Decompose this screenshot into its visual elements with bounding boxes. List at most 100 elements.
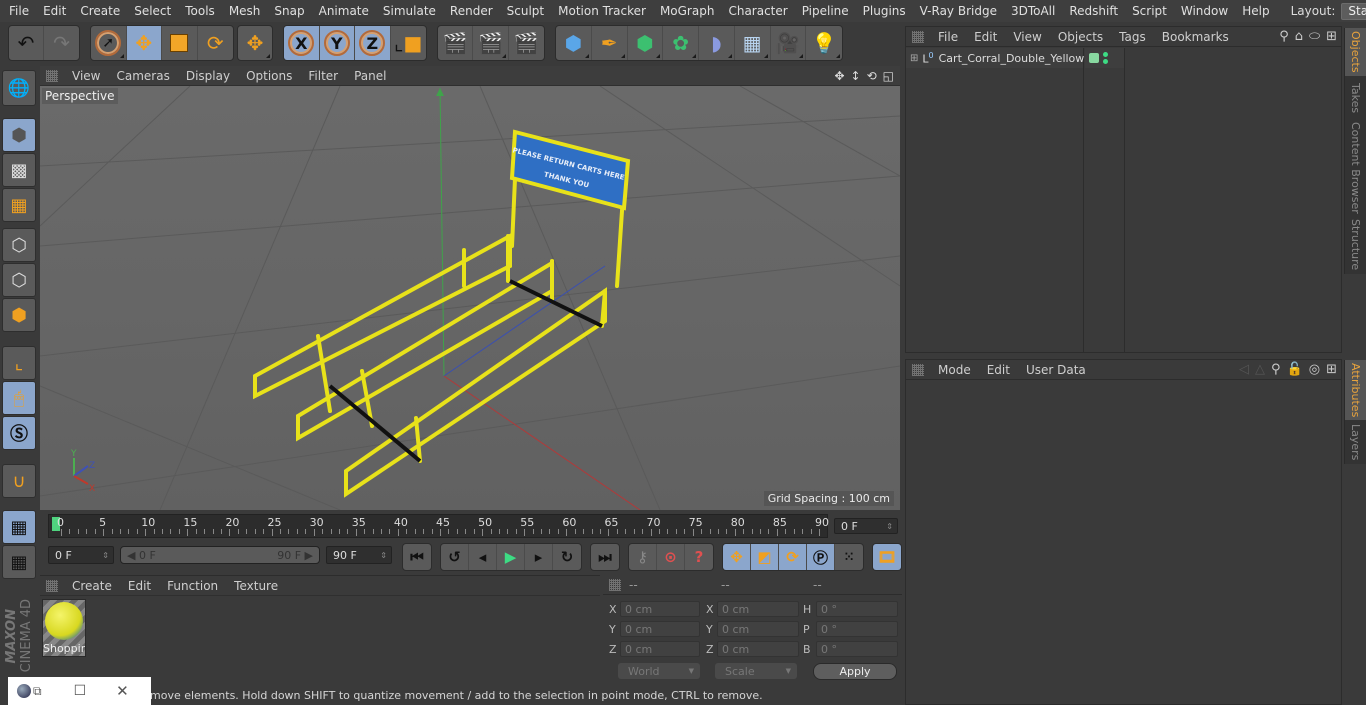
goto-start-button[interactable]: ⏮: [403, 544, 431, 570]
coordinate-system-button[interactable]: ⌞■: [391, 26, 426, 60]
tab-attributes[interactable]: Attributes: [1344, 360, 1366, 420]
menu-mograph[interactable]: MoGraph: [653, 4, 722, 18]
maximize-icon[interactable]: ☐: [74, 683, 87, 699]
record-button[interactable]: ⊙: [657, 544, 685, 570]
3d-viewport[interactable]: PLEASE RETURN CARTS HERE THANK YOU Y Z X…: [40, 86, 900, 510]
key-scale-button[interactable]: ◩: [751, 544, 779, 570]
menu-pipeline[interactable]: Pipeline: [795, 4, 856, 18]
rot-p-field[interactable]: 0 °: [816, 621, 898, 637]
pos-y-field[interactable]: 0 cm: [620, 621, 700, 637]
apply-button[interactable]: Apply: [813, 663, 897, 680]
axis-mode-button[interactable]: ⌞: [2, 346, 36, 380]
make-editable-button[interactable]: 🌐: [2, 70, 36, 106]
goto-end-button[interactable]: ⏭: [591, 544, 619, 570]
timeline-ruler[interactable]: 0 5 10 15 20 25 30 35 40 45 50 55 60 65 70 75 80 85 90: [48, 514, 829, 538]
menu-snap[interactable]: Snap: [267, 4, 311, 18]
panel-grip-icon[interactable]: [912, 30, 924, 43]
spinner-icon[interactable]: ⇕: [380, 551, 387, 560]
visibility-dots-icon[interactable]: [1103, 52, 1108, 64]
objects-menu-tags[interactable]: Tags: [1111, 30, 1154, 44]
start-frame-field[interactable]: 0 F ⇕: [48, 546, 114, 564]
objects-menu-bookmarks[interactable]: Bookmarks: [1154, 30, 1237, 44]
pen-spline-button[interactable]: ✒: [592, 26, 628, 60]
workplane-button[interactable]: ▦: [2, 545, 36, 579]
tweak-mode-button[interactable]: 🖱: [2, 381, 36, 415]
expand-icon[interactable]: ⊞: [910, 53, 918, 64]
x-axis-lock-button[interactable]: X: [284, 26, 320, 60]
coord-space-dropdown[interactable]: World ▼: [618, 663, 700, 679]
undo-button[interactable]: ↶: [9, 26, 45, 60]
menu-create[interactable]: Create: [73, 4, 127, 18]
menu-plugins[interactable]: Plugins: [856, 4, 913, 18]
snapping-button[interactable]: Ⓢ: [2, 416, 36, 450]
tab-structure[interactable]: Structure: [1344, 216, 1366, 274]
viewport-menu-filter[interactable]: Filter: [300, 69, 346, 83]
panel-grip-icon[interactable]: [46, 69, 58, 82]
tab-objects[interactable]: Objects: [1344, 28, 1366, 76]
subdivision-button[interactable]: ⬢: [628, 26, 664, 60]
home-icon[interactable]: ⌂: [1295, 29, 1303, 44]
size-z-field[interactable]: 0 cm: [717, 641, 799, 657]
size-x-field[interactable]: 0 cm: [717, 601, 799, 617]
floor-button[interactable]: ▦: [735, 26, 771, 60]
viewport-menu-cameras[interactable]: Cameras: [108, 69, 177, 83]
toggle-layout-icon[interactable]: ◱: [883, 69, 894, 83]
layer-color-swatch[interactable]: [1089, 53, 1099, 63]
menu-3dtoall[interactable]: 3DToAll: [1004, 4, 1062, 18]
edges-mode-button[interactable]: ⬡: [2, 263, 36, 297]
new-panel-icon[interactable]: ⊞: [1326, 362, 1337, 377]
objects-menu-view[interactable]: View: [1005, 30, 1049, 44]
workplane-lock-button[interactable]: ▦: [2, 510, 36, 544]
autokey-button[interactable]: ?: [685, 544, 713, 570]
search-icon[interactable]: ⚲: [1271, 362, 1281, 377]
material-menu-texture[interactable]: Texture: [226, 579, 286, 593]
menu-script[interactable]: Script: [1125, 4, 1174, 18]
frame-range-slider[interactable]: ◀ 0 F 90 F ▶: [120, 546, 320, 564]
attributes-menu-edit[interactable]: Edit: [979, 363, 1018, 377]
rotate-view-icon[interactable]: ⟲: [867, 69, 877, 83]
keyframe-selection-button[interactable]: ⚷: [629, 544, 657, 570]
size-y-field[interactable]: 0 cm: [717, 621, 799, 637]
next-frame-button[interactable]: ▸: [525, 544, 553, 570]
key-pla-button[interactable]: ⁙: [835, 544, 863, 570]
target-icon[interactable]: ◎: [1309, 362, 1320, 377]
viewport-menu-display[interactable]: Display: [178, 69, 238, 83]
light-button[interactable]: 💡: [806, 26, 842, 60]
menu-render[interactable]: Render: [443, 4, 500, 18]
material-swatch[interactable]: Shoppir: [42, 599, 86, 657]
end-frame-field[interactable]: 90 F ⇕: [326, 546, 392, 564]
pan-view-icon[interactable]: ✥: [834, 69, 844, 83]
timeline-window-button[interactable]: 🎞: [873, 544, 901, 570]
play-button[interactable]: ▶: [497, 544, 525, 570]
menu-simulate[interactable]: Simulate: [376, 4, 443, 18]
workplane-mode-button[interactable]: ▦: [2, 188, 36, 222]
menu-help[interactable]: Help: [1235, 4, 1276, 18]
pos-x-field[interactable]: 0 cm: [620, 601, 700, 617]
magnet-button[interactable]: ∪: [2, 464, 36, 498]
up-arrow-icon[interactable]: △: [1255, 362, 1265, 377]
live-selection-button[interactable]: ➚: [91, 26, 127, 60]
z-axis-lock-button[interactable]: Z: [355, 26, 391, 60]
recent-move-button[interactable]: ✥: [238, 26, 272, 60]
render-picture-viewer-button[interactable]: 🎬: [473, 26, 509, 60]
layout-dropdown[interactable]: Startup ▼: [1341, 2, 1366, 20]
cloner-button[interactable]: ✿: [663, 26, 699, 60]
points-mode-button[interactable]: ⬡: [2, 228, 36, 262]
material-menu-edit[interactable]: Edit: [120, 579, 159, 593]
redo-button[interactable]: ↷: [44, 26, 79, 60]
menu-mesh[interactable]: Mesh: [222, 4, 268, 18]
panel-grip-icon[interactable]: [912, 363, 924, 376]
visibility-icon[interactable]: ⬭: [1309, 29, 1320, 44]
menu-motion-tracker[interactable]: Motion Tracker: [551, 4, 653, 18]
rot-b-field[interactable]: 0 °: [816, 641, 898, 657]
object-row[interactable]: ⊞ L0 Cart_Corral_Double_Yellow: [906, 48, 1084, 68]
deformer-button[interactable]: ◗: [699, 26, 735, 60]
close-icon[interactable]: ✕: [116, 682, 129, 700]
texture-mode-button[interactable]: ▩: [2, 153, 36, 187]
back-arrow-icon[interactable]: ◁: [1239, 362, 1249, 377]
menu-character[interactable]: Character: [721, 4, 794, 18]
spinner-icon[interactable]: ⇕: [102, 551, 109, 560]
menu-vray-bridge[interactable]: V-Ray Bridge: [913, 4, 1004, 18]
menu-redshift[interactable]: Redshift: [1062, 4, 1125, 18]
model-mode-button[interactable]: ⬢: [2, 118, 36, 152]
